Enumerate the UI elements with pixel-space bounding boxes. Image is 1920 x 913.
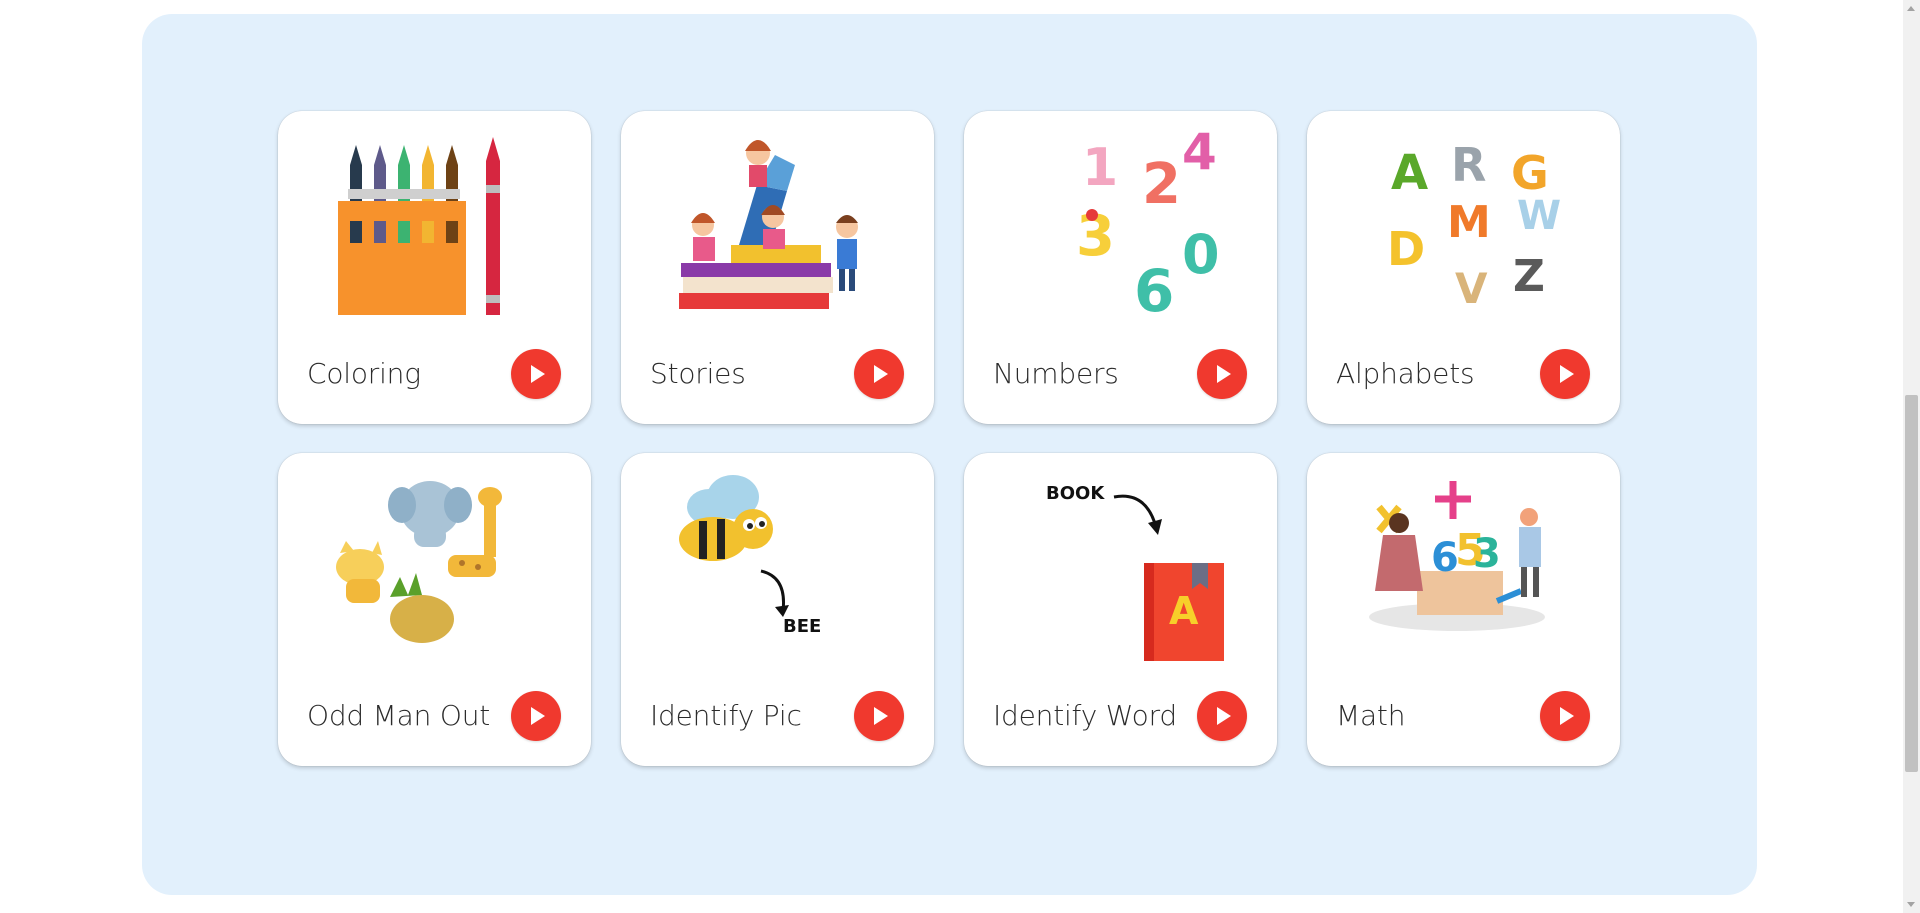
activity-label: Stories bbox=[650, 357, 746, 390]
activity-label: Math bbox=[1336, 699, 1406, 732]
kids-with-math-symbols-icon: 6 5 3 bbox=[1347, 467, 1580, 667]
activity-card-stories[interactable]: Stories bbox=[621, 111, 934, 424]
svg-text:M: M bbox=[1447, 197, 1491, 248]
play-icon bbox=[531, 707, 545, 725]
activity-card-odd-man-out[interactable]: Odd Man Out bbox=[278, 453, 591, 766]
animal-letters-icon: A R G D M W V Z bbox=[1347, 125, 1580, 325]
activity-card-identify-word[interactable]: BOOK A Identify Word bbox=[964, 453, 1277, 766]
activity-card-alphabets[interactable]: A R G D M W V Z Alphabets bbox=[1307, 111, 1620, 424]
svg-text:4: 4 bbox=[1182, 125, 1217, 181]
svg-text:3: 3 bbox=[1473, 531, 1501, 577]
svg-text:0: 0 bbox=[1182, 223, 1220, 286]
play-icon bbox=[874, 707, 888, 725]
play-icon bbox=[874, 365, 888, 383]
svg-text:6: 6 bbox=[1134, 257, 1174, 325]
activity-label: Identify Word bbox=[993, 699, 1177, 732]
play-icon bbox=[1217, 365, 1231, 383]
play-icon bbox=[1560, 707, 1574, 725]
activity-card-numbers[interactable]: 1 2 4 3 0 6 Numbers bbox=[964, 111, 1277, 424]
play-button[interactable] bbox=[1197, 691, 1247, 741]
activity-label: Odd Man Out bbox=[307, 699, 491, 732]
book-word-icon: BOOK A bbox=[1004, 467, 1237, 667]
play-button[interactable] bbox=[1197, 349, 1247, 399]
play-button[interactable] bbox=[1540, 349, 1590, 399]
svg-text:A: A bbox=[1391, 145, 1428, 201]
bee-word-text: BEE bbox=[783, 616, 822, 637]
crayons-icon bbox=[318, 125, 551, 325]
play-button[interactable] bbox=[1540, 691, 1590, 741]
activity-label: Identify Pic bbox=[650, 699, 802, 732]
book-letter: A bbox=[1169, 589, 1199, 633]
activity-card-coloring[interactable]: Coloring bbox=[278, 111, 591, 424]
scroll-down-arrow-icon[interactable] bbox=[1907, 902, 1915, 907]
kids-reading-books-icon bbox=[661, 125, 894, 325]
svg-text:G: G bbox=[1511, 146, 1549, 200]
play-icon bbox=[1560, 365, 1574, 383]
activity-card-identify-pic[interactable]: BEE Identify Pic bbox=[621, 453, 934, 766]
activities-panel: Coloring Stories 1 2 4 3 0 6 Numbers A R… bbox=[142, 14, 1757, 895]
svg-text:V: V bbox=[1455, 264, 1488, 313]
activity-label: Numbers bbox=[993, 357, 1119, 390]
page-scrollbar[interactable] bbox=[1903, 0, 1920, 913]
svg-text:1: 1 bbox=[1082, 138, 1118, 198]
activity-label: Coloring bbox=[307, 357, 421, 390]
scroll-up-arrow-icon[interactable] bbox=[1907, 6, 1915, 11]
svg-text:W: W bbox=[1517, 193, 1561, 239]
svg-text:Z: Z bbox=[1513, 251, 1545, 302]
svg-text:R: R bbox=[1451, 138, 1486, 192]
animals-and-pineapple-icon bbox=[318, 467, 551, 667]
bee-picture-icon: BEE bbox=[661, 467, 894, 667]
book-word-text: BOOK bbox=[1046, 483, 1105, 504]
play-button[interactable] bbox=[854, 691, 904, 741]
activity-grid: Coloring Stories 1 2 4 3 0 6 Numbers A R… bbox=[278, 111, 1620, 766]
scrollbar-thumb[interactable] bbox=[1905, 395, 1918, 772]
svg-text:2: 2 bbox=[1142, 152, 1181, 217]
cartoon-numbers-icon: 1 2 4 3 0 6 bbox=[1004, 125, 1237, 325]
activity-card-math[interactable]: 6 5 3 Math bbox=[1307, 453, 1620, 766]
play-button[interactable] bbox=[511, 349, 561, 399]
activity-label: Alphabets bbox=[1336, 357, 1475, 390]
play-icon bbox=[531, 365, 545, 383]
play-button[interactable] bbox=[511, 691, 561, 741]
play-icon bbox=[1217, 707, 1231, 725]
svg-text:D: D bbox=[1387, 222, 1425, 276]
play-button[interactable] bbox=[854, 349, 904, 399]
